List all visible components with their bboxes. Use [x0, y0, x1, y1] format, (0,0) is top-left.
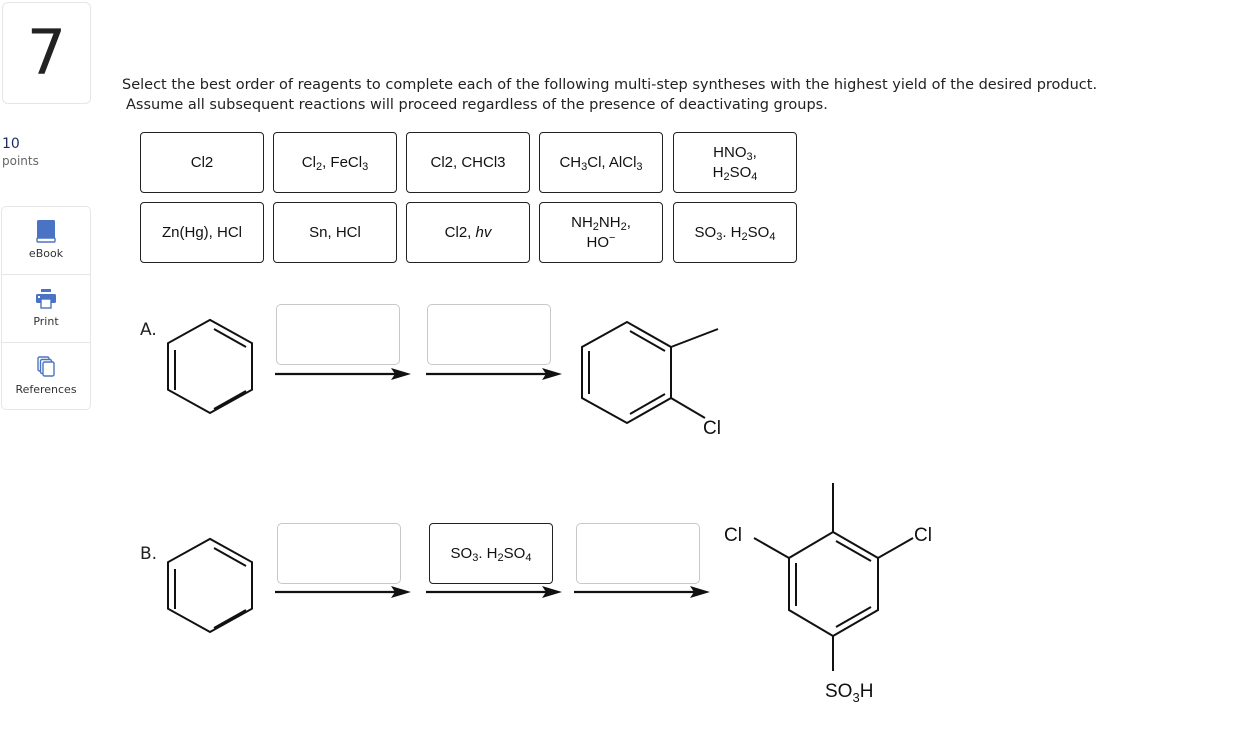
points-info: 10 points — [2, 136, 39, 168]
question-number: 7 — [26, 16, 67, 89]
points-label: points — [2, 154, 39, 168]
reagent-tile-so3-h2so4[interactable]: SO3. H2SO4 — [673, 202, 797, 263]
references-label: References — [15, 383, 77, 396]
drop-slot-a-2[interactable] — [427, 304, 551, 365]
drop-slot-b-1[interactable] — [277, 523, 401, 584]
reagent-formula: Zn(Hg), HCl — [161, 223, 242, 241]
reagent-formula: Cl2, hv — [444, 223, 492, 241]
reaction-arrow-a-2 — [426, 368, 562, 380]
ebook-button[interactable]: eBook — [2, 207, 90, 275]
reagent-formula: HNO3, H2SO4 — [712, 143, 758, 183]
reagent-formula: Sn, HCl — [309, 223, 361, 241]
benzene-start-b — [167, 537, 253, 634]
product-b-so3h-label: SO3H — [825, 681, 873, 705]
reagent-tile-sn-hcl[interactable]: Sn, HCl — [273, 202, 397, 263]
reagent-tile-nh2nh2-ho[interactable]: NH2NH2, HO− — [539, 202, 663, 263]
printer-icon — [36, 289, 56, 309]
reagent-tile-cl2-hv[interactable]: Cl2, hv — [406, 202, 530, 263]
points-value: 10 — [2, 136, 20, 152]
synthesis-b-label: B. — [140, 544, 158, 564]
product-a-2-chlorotoluene: Cl — [581, 320, 721, 439]
print-label: Print — [33, 315, 59, 328]
reaction-arrow-b-2 — [426, 586, 562, 598]
reaction-arrow-b-3 — [574, 586, 710, 598]
documents-icon — [37, 356, 55, 377]
reagent-formula: Cl2 — [190, 153, 214, 171]
print-button[interactable]: Print — [2, 275, 90, 343]
reagent-formula: SO3. H2SO4 — [694, 223, 776, 243]
reagent-formula: Cl2, CHCl3 — [430, 153, 506, 171]
instructions-line-2: Assume all subsequent reactions will pro… — [126, 97, 828, 113]
instructions-line-1: Select the best order of reagents to com… — [122, 77, 1098, 93]
reagent-formula: NH2NH2, HO− — [571, 213, 631, 251]
synthesis-a-label: A. — [140, 320, 157, 340]
question-number-card: 7 — [2, 2, 91, 104]
benzene-start-a — [167, 318, 253, 415]
reagent-tile-cl2[interactable]: Cl2 — [140, 132, 264, 193]
tools-sidebar: eBook Print References — [1, 206, 91, 410]
reaction-arrow-b-1 — [275, 586, 411, 598]
reagent-tile-hno3-h2so4[interactable]: HNO3, H2SO4 — [673, 132, 797, 193]
reagent-formula: CH3Cl, AlCl3 — [559, 153, 643, 173]
reagent-formula: SO3. H2SO4 — [450, 544, 532, 564]
drop-slot-b-2-filled[interactable]: SO3. H2SO4 — [429, 523, 553, 584]
product-a-cl-label: Cl — [703, 418, 721, 439]
reagent-formula: Cl2, FeCl3 — [301, 153, 369, 173]
reagent-tile-zn-hg-hcl[interactable]: Zn(Hg), HCl — [140, 202, 264, 263]
drop-slot-a-1[interactable] — [276, 304, 400, 365]
book-icon — [36, 220, 56, 243]
reaction-arrow-a-1 — [275, 368, 411, 380]
question-instructions: Select the best order of reagents to com… — [122, 75, 1222, 115]
product-b-cl-left-label: Cl — [724, 525, 742, 546]
reagent-tile-ch3cl-alcl3[interactable]: CH3Cl, AlCl3 — [539, 132, 663, 193]
product-b-cl-right-label: Cl — [914, 525, 932, 546]
product-b-dichloro-toluenesulfonic-acid: Cl Cl SO3H — [724, 483, 932, 705]
reagent-tile-cl2-fecl3[interactable]: Cl2, FeCl3 — [273, 132, 397, 193]
ebook-label: eBook — [28, 247, 64, 260]
reagent-tile-cl2-chcl3[interactable]: Cl2, CHCl3 — [406, 132, 530, 193]
drop-slot-b-3[interactable] — [576, 523, 700, 584]
references-button[interactable]: References — [2, 343, 90, 411]
